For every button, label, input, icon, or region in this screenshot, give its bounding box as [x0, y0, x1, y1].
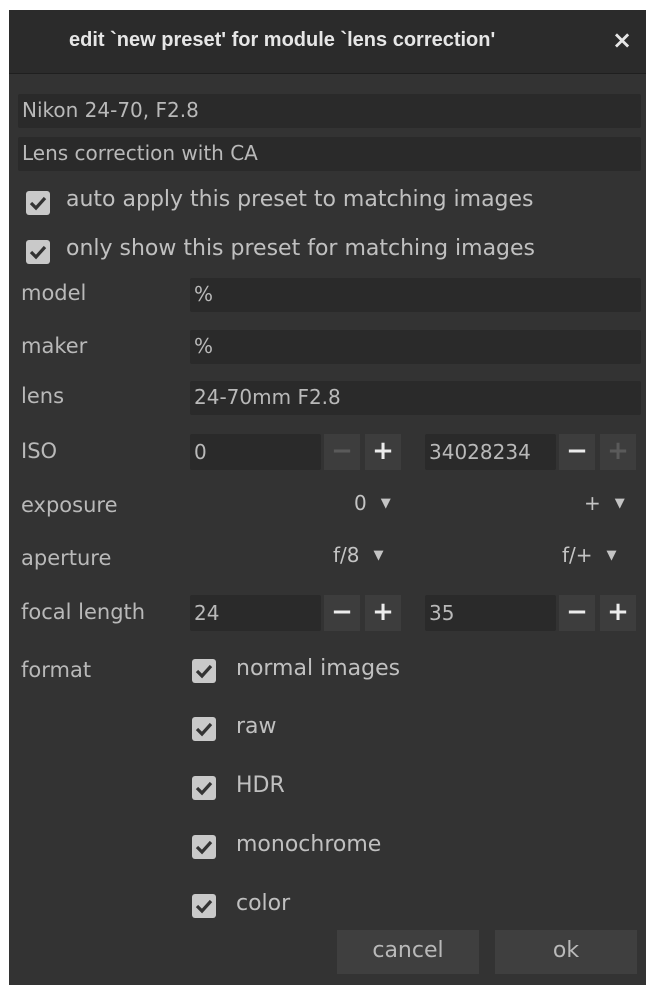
format-normal-images-checkbox[interactable]: normal images: [190, 654, 490, 688]
exposure-max-value: +: [584, 491, 601, 515]
aperture-max-value: f/+: [562, 543, 593, 567]
exposure-min-dropdown[interactable]: 0 ▼: [354, 491, 391, 515]
focal-length-min-input[interactable]: 24: [190, 595, 321, 631]
only-show-checkbox[interactable]: only show this preset for matching image…: [22, 234, 642, 268]
maker-input[interactable]: %: [190, 330, 641, 364]
format-raw-label: raw: [236, 714, 277, 739]
focal-length-label: focal length: [21, 600, 146, 624]
focal-length-max-decrement-button[interactable]: −: [559, 595, 595, 631]
iso-max-increment-button[interactable]: +: [600, 434, 636, 470]
aperture-max-dropdown[interactable]: f/+ ▼: [562, 543, 617, 567]
aperture-min-dropdown[interactable]: f/8 ▼: [333, 543, 384, 567]
lens-label: lens: [21, 384, 65, 408]
checkbox-checked-icon: [26, 191, 50, 215]
aperture-min-value: f/8: [333, 543, 360, 567]
format-monochrome-checkbox[interactable]: monochrome: [190, 830, 490, 864]
iso-label: ISO: [21, 439, 58, 463]
maker-label: maker: [21, 334, 88, 358]
format-raw-checkbox[interactable]: raw: [190, 712, 490, 746]
focal-length-max-input[interactable]: 35: [425, 595, 556, 631]
format-normal-images-label: normal images: [236, 656, 401, 681]
exposure-min-value: 0: [354, 491, 367, 515]
checkbox-checked-icon: [192, 659, 216, 683]
cancel-button[interactable]: cancel: [337, 930, 479, 974]
chevron-down-icon: ▼: [373, 548, 384, 563]
format-hdr-checkbox[interactable]: HDR: [190, 771, 490, 805]
lens-input[interactable]: 24-70mm F2.8: [190, 381, 641, 415]
focal-length-min-increment-button[interactable]: +: [365, 595, 401, 631]
chevron-down-icon: ▼: [614, 496, 625, 511]
ok-button[interactable]: ok: [495, 930, 637, 974]
auto-apply-checkbox[interactable]: auto apply this preset to matching image…: [22, 185, 642, 219]
format-hdr-label: HDR: [236, 773, 285, 798]
iso-max-decrement-button[interactable]: −: [559, 434, 595, 470]
preset-editor-dialog: edit `new preset' for module `lens corre…: [9, 10, 646, 985]
model-input[interactable]: %: [190, 278, 641, 312]
checkbox-checked-icon: [192, 835, 216, 859]
preset-name-input[interactable]: Nikon 24-70, F2.8: [18, 94, 641, 128]
format-color-label: color: [236, 891, 291, 916]
chevron-down-icon: ▼: [606, 548, 617, 563]
only-show-label: only show this preset for matching image…: [66, 236, 536, 261]
iso-max-input[interactable]: 34028234: [425, 434, 556, 470]
iso-min-increment-button[interactable]: +: [365, 434, 401, 470]
checkbox-checked-icon: [192, 894, 216, 918]
format-color-checkbox[interactable]: color: [190, 889, 490, 923]
focal-length-max-increment-button[interactable]: +: [600, 595, 636, 631]
exposure-label: exposure: [21, 493, 118, 517]
format-label: format: [21, 658, 92, 682]
iso-min-input[interactable]: 0: [190, 434, 321, 470]
iso-min-decrement-button[interactable]: −: [324, 434, 360, 470]
model-label: model: [21, 281, 87, 305]
close-icon[interactable]: ×: [612, 26, 632, 54]
dialog-title: edit `new preset' for module `lens corre…: [69, 29, 496, 51]
format-monochrome-label: monochrome: [236, 832, 382, 857]
aperture-label: aperture: [21, 546, 112, 570]
exposure-max-dropdown[interactable]: + ▼: [584, 491, 625, 515]
checkbox-checked-icon: [192, 776, 216, 800]
checkbox-checked-icon: [26, 240, 50, 264]
dialog-titlebar: edit `new preset' for module `lens corre…: [9, 10, 646, 74]
checkbox-checked-icon: [192, 717, 216, 741]
focal-length-min-decrement-button[interactable]: −: [324, 595, 360, 631]
preset-description-input[interactable]: Lens correction with CA: [18, 137, 641, 171]
chevron-down-icon: ▼: [380, 496, 391, 511]
auto-apply-label: auto apply this preset to matching image…: [66, 187, 534, 212]
